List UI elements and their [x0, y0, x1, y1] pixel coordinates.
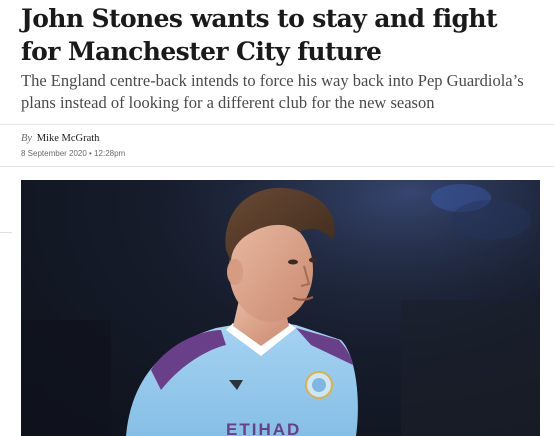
- standfirst: The England centre-back intends to force…: [21, 71, 524, 112]
- shirt-sponsor: ETIHAD: [226, 420, 301, 436]
- author-link[interactable]: Mike McGrath: [37, 133, 100, 144]
- divider: [0, 166, 554, 167]
- divider: [0, 124, 554, 125]
- headline: John Stones wants to stay and fight for …: [21, 4, 498, 66]
- footballer-illustration: ETIHAD: [21, 180, 540, 436]
- side-rule: [0, 232, 12, 233]
- article-photo: ETIHAD: [21, 180, 540, 436]
- byline: By Mike McGrath: [21, 133, 99, 144]
- byline-prefix: By: [21, 133, 33, 144]
- publish-date: 8 September 2020 • 12:28pm: [21, 149, 126, 158]
